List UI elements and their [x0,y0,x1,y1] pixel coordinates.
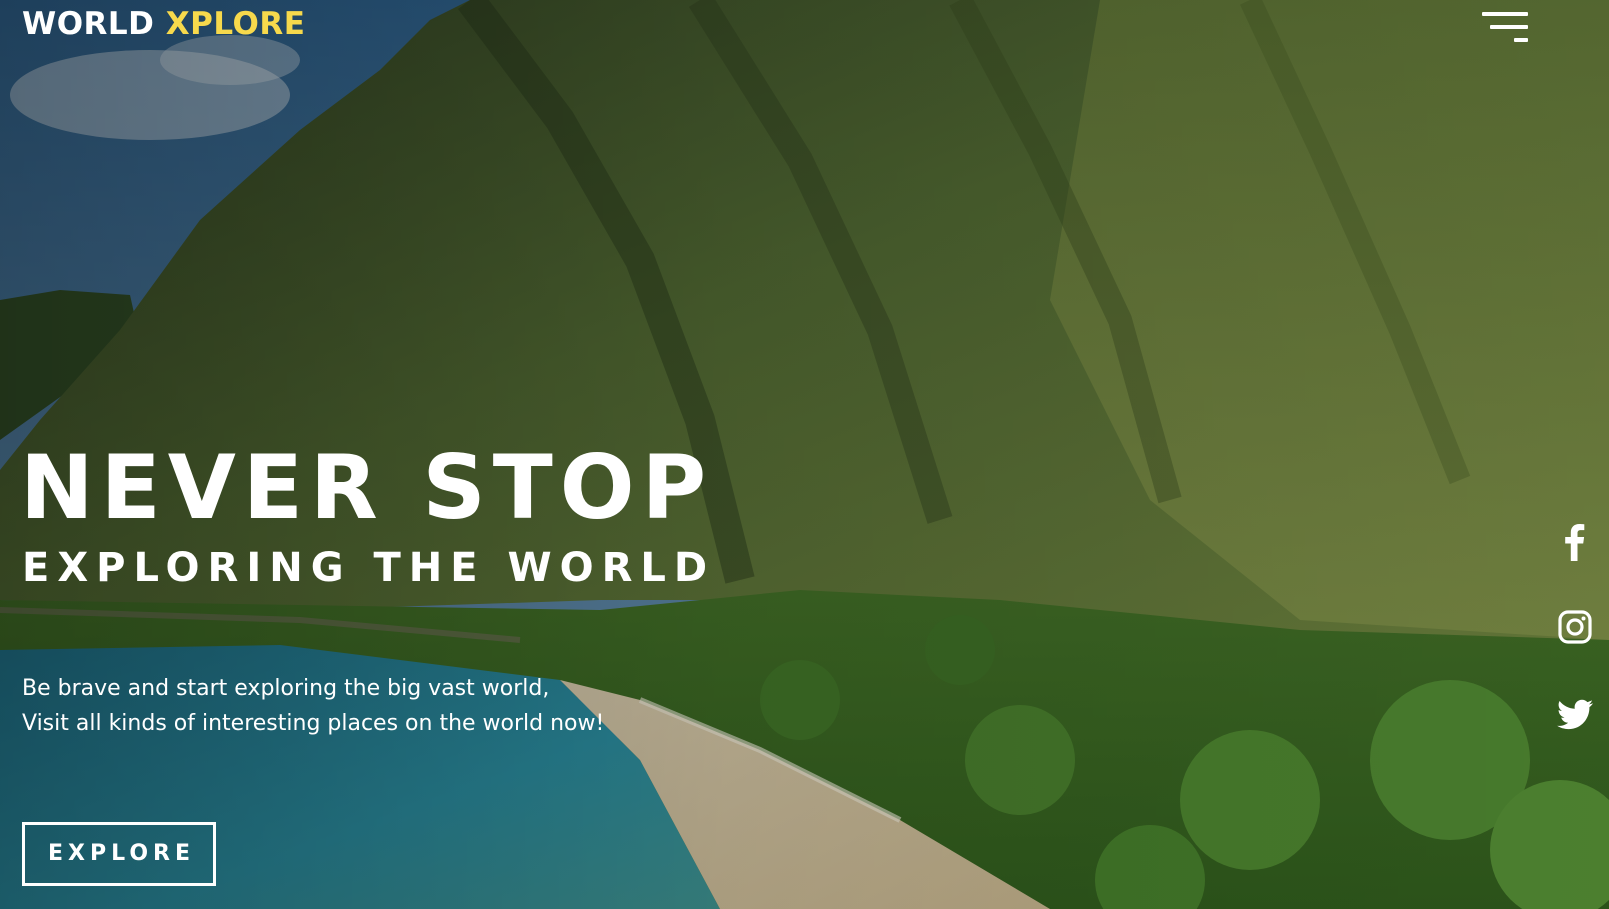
menu-line-top [1482,12,1528,16]
hero-section: WORLD XPLORE NEVER STOP EXPLORING THE WO… [0,0,1609,909]
explore-button[interactable]: EXPLORE [22,822,216,886]
hero-tagline: Be brave and start exploring the big vas… [22,671,604,741]
tagline-line-2: Visit all kinds of interesting places on… [22,711,605,736]
facebook-icon[interactable] [1555,521,1595,561]
hero-title: NEVER STOP [20,436,714,539]
hero-subtitle: EXPLORING THE WORLD [22,545,716,591]
menu-line-middle [1490,25,1528,29]
menu-line-bottom [1514,38,1528,42]
logo-accent-text: XPLORE [165,6,306,42]
logo-primary-text: WORLD [22,6,155,42]
site-logo[interactable]: WORLD XPLORE [22,6,305,42]
instagram-icon[interactable] [1555,607,1595,647]
twitter-icon[interactable] [1555,694,1595,734]
hamburger-menu-icon[interactable] [1480,12,1528,44]
tagline-line-1: Be brave and start exploring the big vas… [22,676,550,701]
